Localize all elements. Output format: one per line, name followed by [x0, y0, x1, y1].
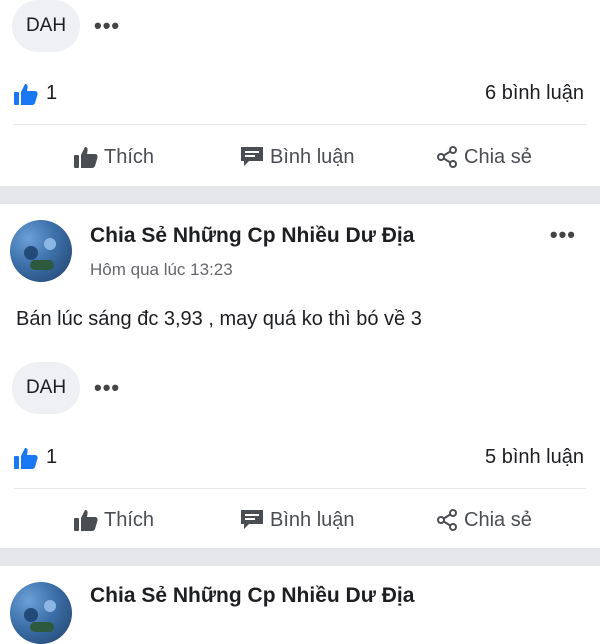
post-time[interactable]: Hôm qua lúc 13:23	[90, 260, 233, 280]
avatar[interactable]	[10, 582, 72, 644]
thumbs-up-reaction-icon	[14, 447, 38, 469]
post-2-tag-row: DAH •••	[12, 362, 120, 414]
like-count-label: 1	[46, 82, 58, 104]
post-2-stats: 1 5 bình luận	[14, 446, 584, 469]
thumbs-up-reaction-icon	[14, 83, 38, 105]
share-button-label: Chia sẻ	[464, 508, 532, 531]
avatar[interactable]	[10, 220, 72, 282]
post-1-tag-row: DAH •••	[12, 0, 120, 52]
more-horizontal-icon[interactable]: •••	[94, 15, 120, 37]
divider	[14, 488, 586, 489]
thumbs-up-outline-icon	[74, 147, 98, 168]
share-icon	[437, 509, 457, 531]
speech-bubble-icon	[241, 510, 263, 529]
post-2-actions: Thích Bình luận Chia sẻ	[0, 503, 600, 537]
comment-button[interactable]: Bình luận	[240, 509, 355, 532]
author-name[interactable]: Chia Sẻ Những Cp Nhiều Dư Địa	[90, 224, 414, 248]
post-1-stats: 1 6 bình luận	[14, 82, 584, 105]
like-summary[interactable]: 1	[14, 82, 57, 105]
like-count-label: 1	[46, 446, 58, 468]
comment-button-label: Bình luận	[270, 508, 355, 531]
post-1-actions: Thích Bình luận Chia sẻ	[0, 140, 600, 174]
stock-tag-chip[interactable]: DAH	[12, 362, 80, 414]
post-separator	[0, 548, 600, 566]
post-separator	[0, 186, 600, 204]
comment-button[interactable]: Bình luận	[240, 146, 355, 169]
like-summary[interactable]: 1	[14, 446, 57, 469]
comment-button-label: Bình luận	[270, 145, 355, 168]
share-button[interactable]: Chia sẻ	[436, 509, 532, 532]
share-icon	[437, 146, 457, 168]
comment-count[interactable]: 5 bình luận	[485, 446, 584, 469]
comment-count[interactable]: 6 bình luận	[485, 82, 584, 105]
like-button-label: Thích	[104, 145, 155, 168]
like-button[interactable]: Thích	[74, 146, 154, 169]
share-button[interactable]: Chia sẻ	[436, 146, 532, 169]
more-horizontal-icon[interactable]: •••	[94, 377, 120, 399]
more-horizontal-icon[interactable]: •••	[550, 224, 576, 246]
stock-tag-chip[interactable]: DAH	[12, 0, 80, 52]
share-button-label: Chia sẻ	[464, 145, 532, 168]
like-button[interactable]: Thích	[74, 509, 154, 532]
thumbs-up-outline-icon	[74, 510, 98, 531]
speech-bubble-icon	[241, 147, 263, 166]
author-name[interactable]: Chia Sẻ Những Cp Nhiều Dư Địa	[90, 584, 414, 608]
divider	[14, 124, 586, 125]
post-body: Bán lúc sáng đc 3,93 , may quá ko thì bó…	[16, 308, 422, 330]
like-button-label: Thích	[104, 508, 155, 531]
